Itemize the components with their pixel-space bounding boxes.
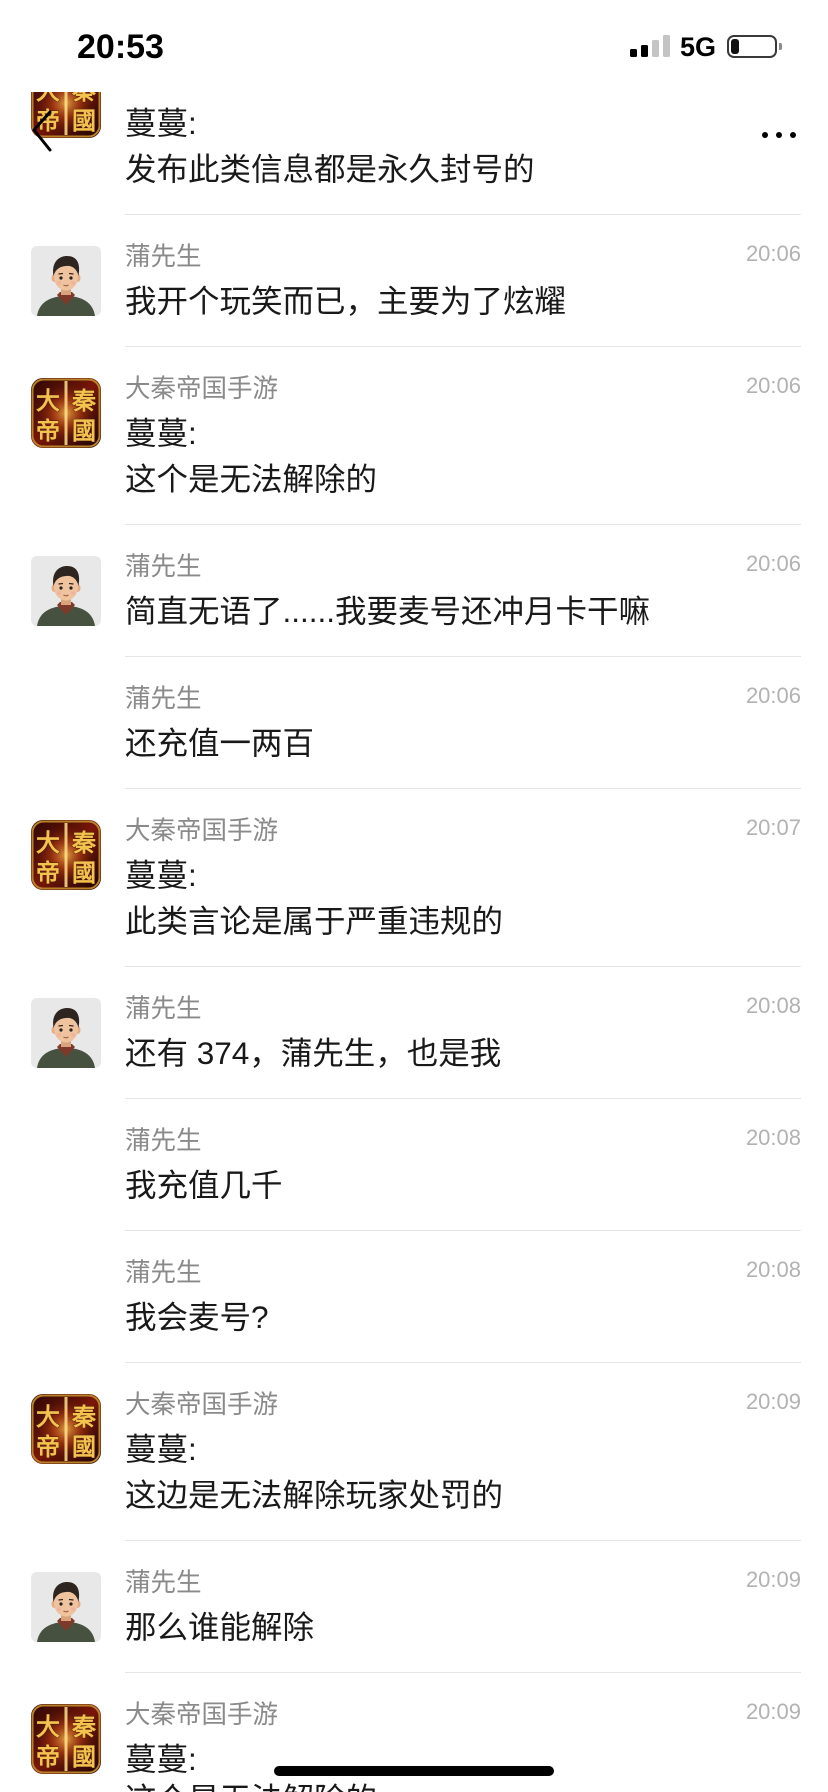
message-item[interactable]: 大秦帝国手游 20:07 蔓蔓: 此类言论是属于严重违规的 xyxy=(0,789,828,967)
message-item[interactable]: 蒲先生 20:08 还有 374，蒲先生，也是我 xyxy=(0,967,828,1099)
message-text: 我开个玩笑而已，主要为了炫耀 xyxy=(125,283,567,319)
message-time: 20:08 xyxy=(745,1125,801,1150)
more-button[interactable] xyxy=(758,124,800,146)
cellular-signal-icon xyxy=(630,35,670,57)
battery-body xyxy=(727,35,777,58)
message-item[interactable]: 蒲先生 20:06 简直无语了......我要麦号还冲月卡干嘛 xyxy=(0,525,828,657)
chevron-left-icon xyxy=(32,110,52,152)
message-item[interactable]: 蒲先生 20:06 还充值一两百 xyxy=(0,657,828,789)
game-app-avatar xyxy=(31,1394,101,1464)
message-time: 20:06 xyxy=(745,373,801,398)
message-text: 这边是无法解除玩家处罚的 xyxy=(125,1477,504,1513)
message-text: 我会麦号? xyxy=(125,1299,269,1335)
message-text: 发布此类信息都是永久封号的 xyxy=(125,151,535,187)
signal-bar xyxy=(630,49,637,57)
message-body: 蔓蔓: 此类言论是属于严重违规的 xyxy=(125,852,801,944)
message-item[interactable]: 蒲先生 20:06 我开个玩笑而已，主要为了炫耀 xyxy=(0,215,828,347)
message-body: 我开个玩笑而已，主要为了炫耀 xyxy=(125,278,801,324)
signal-bar xyxy=(652,40,659,57)
sender-name: 蒲先生 xyxy=(125,995,202,1023)
message-item[interactable]: 蒲先生 20:08 我会麦号? xyxy=(0,1231,828,1363)
sender-name: 大秦帝国手游 xyxy=(125,375,279,403)
game-app-avatar xyxy=(31,1704,101,1774)
user-avatar xyxy=(31,556,101,626)
sender-name: 大秦帝国手游 xyxy=(125,1391,279,1419)
message-text: 蔓蔓: xyxy=(125,857,197,893)
sender-name: 蒲先生 xyxy=(125,685,202,713)
message-time: 20:08 xyxy=(745,993,801,1018)
message-body: 蔓蔓: 发布此类信息都是永久封号的 xyxy=(125,100,801,192)
chat-record-list[interactable]: 蔓蔓: 发布此类信息都是永久封号的 蒲先生 20:06 我开个玩笑而已，主要为了… xyxy=(0,37,828,1792)
message-text: 那么谁能解除 xyxy=(125,1609,315,1645)
message-text: 我充值几千 xyxy=(125,1167,283,1203)
status-bar: 20:53 5G xyxy=(0,0,828,92)
user-avatar xyxy=(31,998,101,1068)
signal-bar xyxy=(663,35,670,57)
message-time: 20:09 xyxy=(745,1699,801,1724)
message-body: 那么谁能解除 xyxy=(125,1604,801,1650)
sender-name: 大秦帝国手游 xyxy=(125,1701,279,1729)
sender-name: 蒲先生 xyxy=(125,1569,202,1597)
message-text: 还充值一两百 xyxy=(125,725,315,761)
message-body: 我会麦号? xyxy=(125,1294,801,1340)
message-body: 简直无语了......我要麦号还冲月卡干嘛 xyxy=(125,588,801,634)
message-text: 简直无语了......我要麦号还冲月卡干嘛 xyxy=(125,593,651,629)
message-item[interactable]: 蒲先生 20:09 那么谁能解除 xyxy=(0,1541,828,1673)
sender-name: 蒲先生 xyxy=(125,243,202,271)
message-time: 20:06 xyxy=(745,683,801,708)
message-text: 还有 374，蒲先生，也是我 xyxy=(125,1035,502,1071)
battery-icon xyxy=(727,35,783,58)
message-item[interactable]: 大秦帝国手游 20:06 蔓蔓: 这个是无法解除的 xyxy=(0,347,828,525)
game-app-avatar xyxy=(31,820,101,890)
message-text: 此类言论是属于严重违规的 xyxy=(125,903,504,939)
message-item[interactable]: 蒲先生 20:08 我充值几千 xyxy=(0,1099,828,1231)
battery-tip xyxy=(779,43,782,50)
battery-fill xyxy=(731,39,740,54)
message-time: 20:09 xyxy=(745,1567,801,1592)
message-text: 这个是无法解除的 xyxy=(125,461,378,497)
sender-name: 大秦帝国手游 xyxy=(125,817,279,845)
user-avatar xyxy=(31,1572,101,1642)
chat-history-screen: 20:53 5G 蔓蔓: 发布此类信息都是永久封号的 蒲先生 20:06 我开个… xyxy=(0,0,828,1792)
home-indicator[interactable] xyxy=(274,1766,554,1776)
sender-name: 蒲先生 xyxy=(125,1259,202,1287)
sender-name: 蒲先生 xyxy=(125,553,202,581)
message-time: 20:08 xyxy=(745,1257,801,1282)
message-time: 20:09 xyxy=(745,1389,801,1414)
message-body: 蔓蔓: 这个是无法解除的 xyxy=(125,410,801,502)
message-text: 这个是无法解除的 xyxy=(125,1782,801,1792)
message-body: 还充值一两百 xyxy=(125,720,801,766)
more-dots-icon xyxy=(762,132,796,138)
message-body: 我充值几千 xyxy=(125,1162,801,1208)
user-avatar xyxy=(31,246,101,316)
back-button[interactable] xyxy=(30,108,54,154)
message-text: 蔓蔓: xyxy=(125,415,197,451)
message-time: 20:06 xyxy=(745,551,801,576)
message-item[interactable]: 大秦帝国手游 20:09 蔓蔓: 这边是无法解除玩家处罚的 xyxy=(0,1363,828,1541)
message-body: 还有 374，蒲先生，也是我 xyxy=(125,1030,801,1076)
network-type: 5G xyxy=(680,32,717,62)
message-text: 蔓蔓: xyxy=(125,105,197,141)
sender-name: 蒲先生 xyxy=(125,1127,202,1155)
signal-bar xyxy=(641,45,648,57)
message-time: 20:06 xyxy=(745,241,801,266)
message-body: 蔓蔓: 这个是无法解除的 xyxy=(125,1736,801,1792)
message-time: 20:07 xyxy=(745,815,801,840)
message-body: 蔓蔓: 这边是无法解除玩家处罚的 xyxy=(125,1426,801,1518)
message-text: 蔓蔓: xyxy=(125,1431,197,1467)
status-time: 20:53 xyxy=(77,28,164,66)
game-app-avatar xyxy=(31,378,101,448)
